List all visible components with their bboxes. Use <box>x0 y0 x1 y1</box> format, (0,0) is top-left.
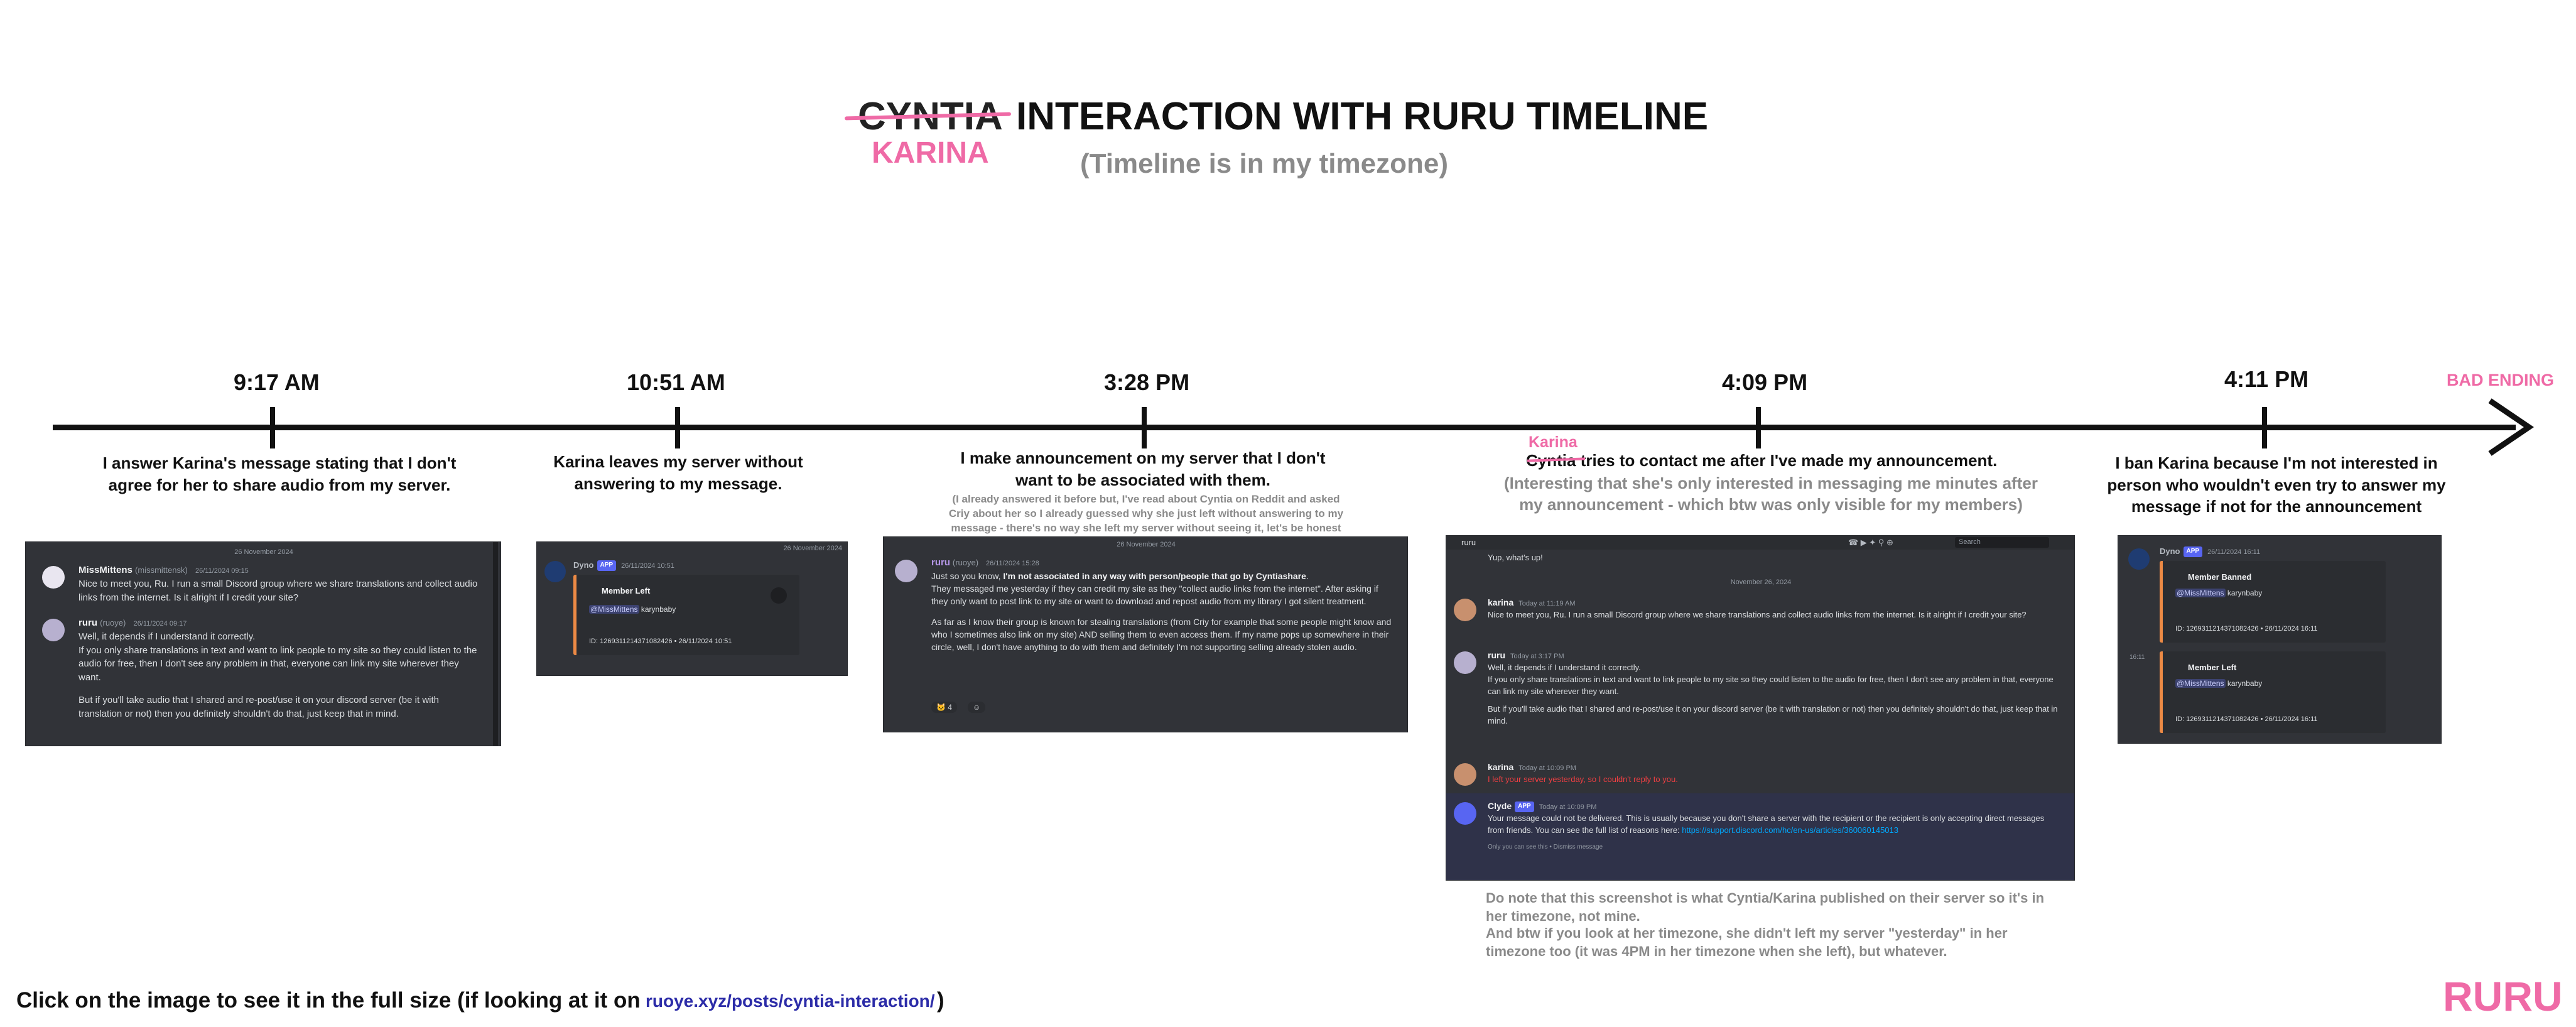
side-timestamp: 16:11 <box>2130 654 2145 661</box>
tick-1 <box>270 407 275 448</box>
message: ruru Today at 3:17 PM Well, it depends if… <box>1488 650 2058 726</box>
message: MissMittens (missmittensk) 26/11/2024 09… <box>78 565 478 603</box>
arrowhead-icon <box>2488 398 2534 456</box>
footnote-1: Do note that this screenshot is what Cyn… <box>1486 890 2045 924</box>
add-reaction-icon[interactable]: ☺ <box>968 702 986 713</box>
tick-2 <box>675 407 680 448</box>
avatar <box>1454 763 1476 786</box>
event-desc-5: I ban Karina because I'm not interested … <box>2107 454 2446 516</box>
event-time-5: 4:11 PM <box>2224 366 2309 392</box>
date-separator: November 26, 2024 <box>1730 579 1792 586</box>
screenshot-3[interactable]: 26 November 2024 ruru (ruoye) 26/11/2024… <box>883 536 1408 732</box>
date-separator: 26 November 2024 <box>1117 541 1176 548</box>
date-separator: 26 November 2024 <box>783 545 842 552</box>
dyno-avatar <box>2128 548 2150 570</box>
message-header: Dyno APP 26/11/2024 16:11 <box>2160 546 2261 557</box>
embed: Member Banned @MissMittens karynbaby ID:… <box>2160 561 2386 643</box>
message-header: Dyno APP 26/11/2024 10:51 <box>573 560 674 571</box>
screenshot-5[interactable]: Dyno APP 26/11/2024 16:11 Member Banned @M… <box>2118 535 2442 744</box>
event-desc-4: Cyntia tries to contact me after I've ma… <box>1526 450 2028 472</box>
embed: Member Left @MissMittens karynbaby ID: 1… <box>2160 651 2386 733</box>
event-time-1: 9:17 AM <box>234 369 320 395</box>
avatar <box>895 560 917 582</box>
screenshot-1[interactable]: 26 November 2024 MissMittens (missmitten… <box>25 541 501 746</box>
dyno-avatar <box>544 561 566 582</box>
tick-5 <box>2262 407 2267 448</box>
corrected-name: KARINA <box>872 136 989 170</box>
message: ruru (ruoye) 26/11/2024 15:28 Just so yo… <box>931 557 1392 653</box>
brand-logo: RURU <box>2443 973 2563 1019</box>
footnote-2: And btw if you look at her timezone, she… <box>1486 925 2008 959</box>
event-desc-1: I answer Karina's message stating that I… <box>102 454 457 494</box>
date-separator: 26 November 2024 <box>234 548 293 556</box>
search-input[interactable]: Search <box>1955 537 2049 548</box>
event-corrected-name-4: Karina <box>1529 433 1578 451</box>
footer-link[interactable]: ruoye.xyz/posts/cyntia-interaction/ <box>646 991 935 1011</box>
event-desc-2: Karina leaves my server without answerin… <box>553 452 803 493</box>
bad-ending-label: BAD ENDING <box>2447 371 2555 389</box>
footer-close-paren: ) <box>937 988 944 1013</box>
event-time-4: 4:09 PM <box>1722 369 1808 395</box>
page-subtitle: (Timeline is in my timezone) <box>1080 148 1448 179</box>
support-link[interactable]: https://support.discord.com/hc/en-us/art… <box>1682 825 1898 835</box>
page-title: INTERACTION WITH RURU TIMELINE <box>1016 95 1709 138</box>
event-time-3: 3:28 PM <box>1104 369 1190 395</box>
timeline-axis <box>53 425 2516 430</box>
toolbar-icons[interactable]: ☎ ▶ ✦ ⚲ ⊕ <box>1848 538 1893 548</box>
footer-text: Click on the image to see it in the full… <box>16 988 641 1013</box>
tick-4 <box>1756 407 1761 448</box>
dismiss-message[interactable]: Only you can see this • Dismiss message <box>1488 843 2053 852</box>
message: Clyde APP Today at 10:09 PM Your message c… <box>1488 800 2053 852</box>
message: Yup, what's up! <box>1488 553 1543 562</box>
dm-header: ruru ☎ ▶ ✦ ⚲ ⊕ Search <box>1446 536 2074 550</box>
reaction[interactable]: 🐱 4 <box>931 702 957 713</box>
screenshot-2[interactable]: 26 November 2024 Dyno APP 26/11/2024 10:51… <box>536 541 848 676</box>
avatar <box>42 619 65 641</box>
event-time-2: 10:51 AM <box>627 369 725 395</box>
embed: Member Left @MissMittens karynbaby ID: 1… <box>573 575 799 655</box>
message: ruru (ruoye) 26/11/2024 09:17 Well, it d… <box>78 617 477 719</box>
clyde-avatar <box>1454 802 1476 825</box>
thumbnail <box>771 587 787 604</box>
event-note-4: (Interesting that she's only interested … <box>1504 474 2038 514</box>
event-desc-3: I make announcement on my server that I … <box>960 448 1326 489</box>
message: karina Today at 11:19 AM Nice to meet you… <box>1488 597 2027 619</box>
scrollbar[interactable] <box>493 542 498 746</box>
tick-3 <box>1142 407 1147 448</box>
event-desc-4-text: tries to contact me after I've made my a… <box>1580 451 1998 470</box>
avatar <box>1454 651 1476 674</box>
screenshot-4[interactable]: ruru ☎ ▶ ✦ ⚲ ⊕ Search Yup, what's up! No… <box>1446 535 2075 881</box>
message: karina Today at 10:09 PM I left your serv… <box>1488 762 1678 784</box>
avatar <box>1454 599 1476 621</box>
avatar <box>42 566 65 589</box>
